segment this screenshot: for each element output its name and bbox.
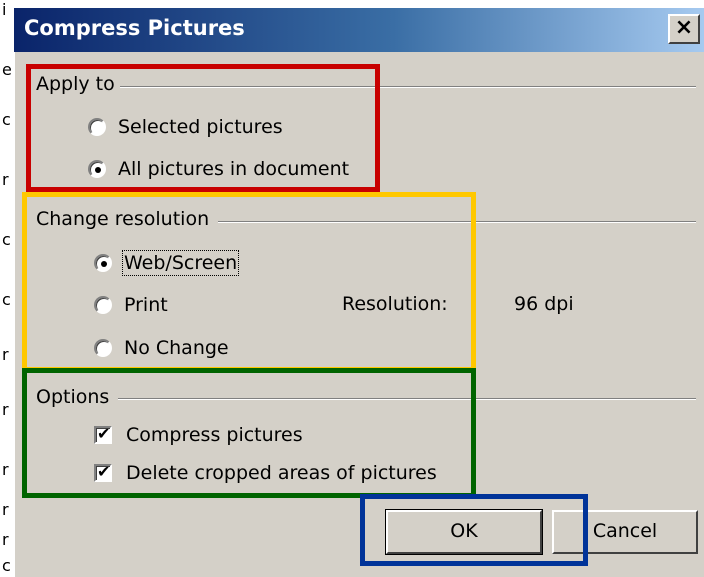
close-button[interactable]: × <box>668 14 700 44</box>
doc-fragment: r <box>2 530 9 549</box>
ok-highlight-box <box>360 494 588 566</box>
doc-fragment: i <box>2 0 7 19</box>
apply-to-highlight-box <box>26 64 380 192</box>
doc-fragment: r <box>2 400 9 419</box>
doc-fragment: c <box>2 556 11 575</box>
resolution-value: 96 dpi <box>514 293 574 315</box>
doc-fragment: r <box>2 500 9 519</box>
doc-fragment: r <box>2 170 9 189</box>
dialog-title: Compress Pictures <box>24 16 245 40</box>
doc-fragment: r <box>2 460 9 479</box>
doc-fragment: r <box>2 345 9 364</box>
doc-fragment: c <box>2 230 11 249</box>
change-resolution-highlight-box <box>22 192 476 372</box>
doc-fragment: c <box>2 110 11 129</box>
doc-fragment: c <box>2 290 11 309</box>
close-icon: × <box>674 15 694 40</box>
doc-fragment: e <box>2 60 12 79</box>
options-highlight-box <box>22 368 476 498</box>
